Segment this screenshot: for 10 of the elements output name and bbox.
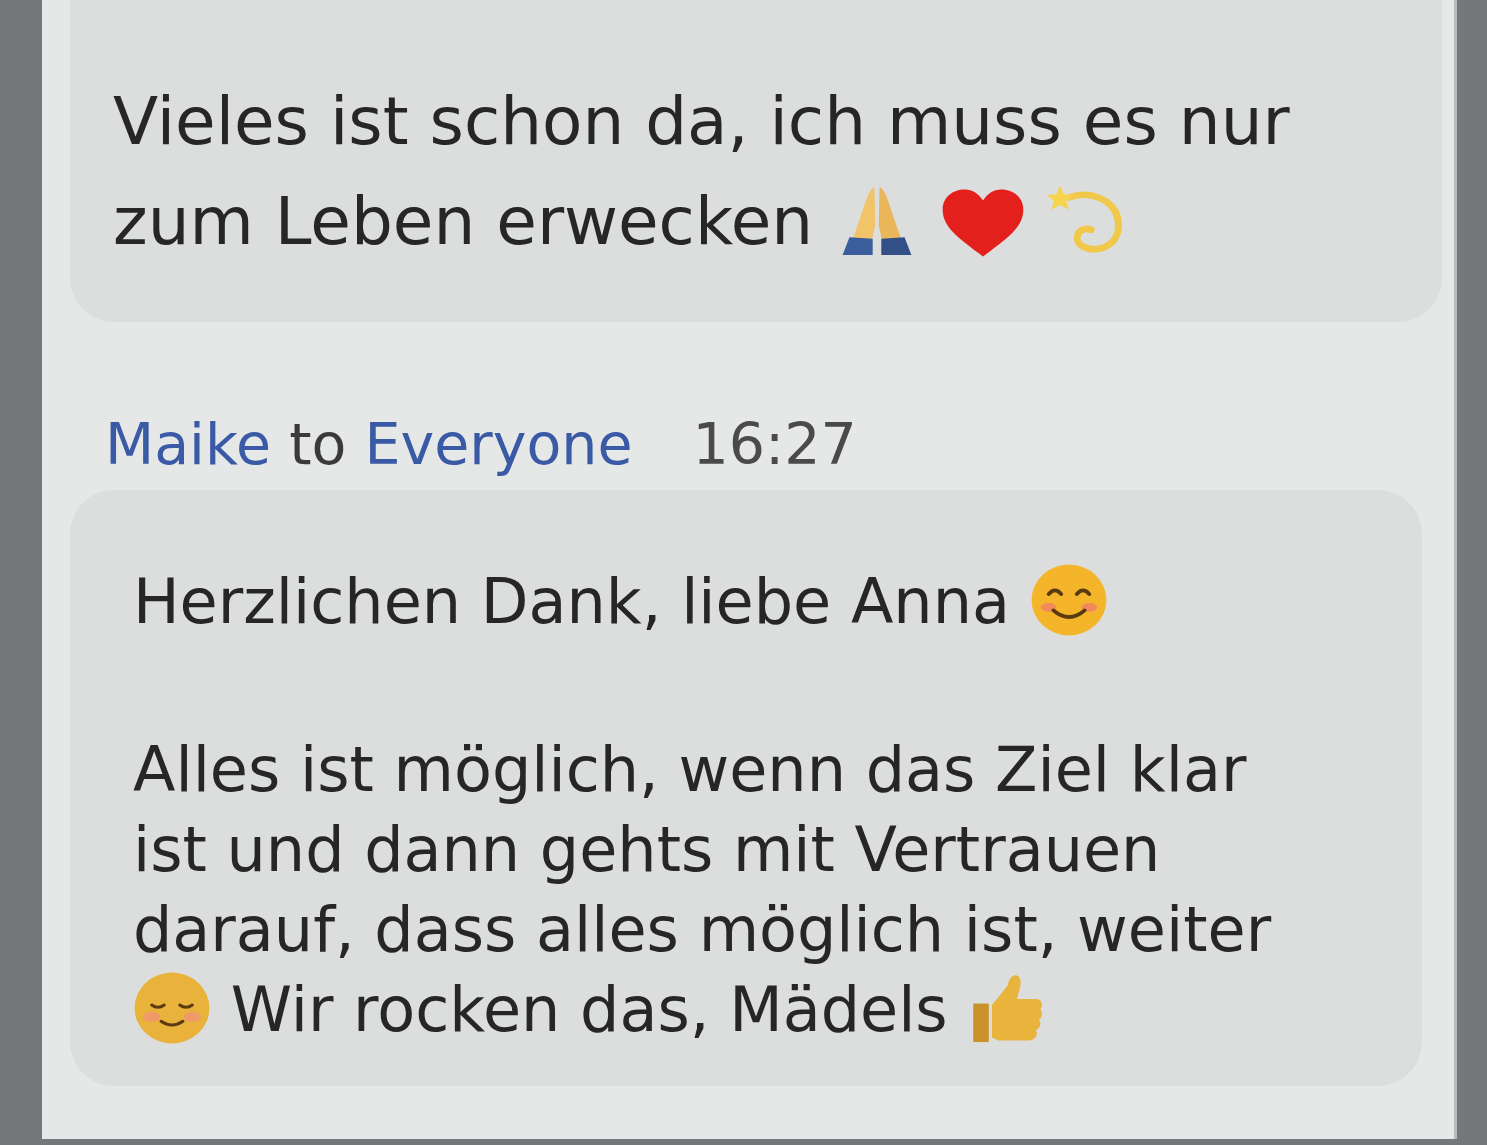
smiling-face-icon <box>1029 563 1108 637</box>
sender-name: Maike <box>105 411 271 477</box>
recipient-name: Everyone <box>364 411 633 477</box>
heart-icon <box>941 188 1026 258</box>
message-text: Vieles ist schon da, ich muss es nur zum Leben erwecken <box>113 82 1291 262</box>
recipient-label: to <box>289 411 347 477</box>
message-text: Alles ist möglich, wenn das Ziel klar ist und dann gehts mit Vertrauen darauf, dass alles möglich ist, weiter Wir rocken das, Mädels <box>133 732 1273 1048</box>
message-text: Herzlichen Dank, liebe Anna <box>133 562 1320 642</box>
message-time: 16:27 <box>692 412 857 476</box>
smiling-face-icon <box>133 971 211 1045</box>
